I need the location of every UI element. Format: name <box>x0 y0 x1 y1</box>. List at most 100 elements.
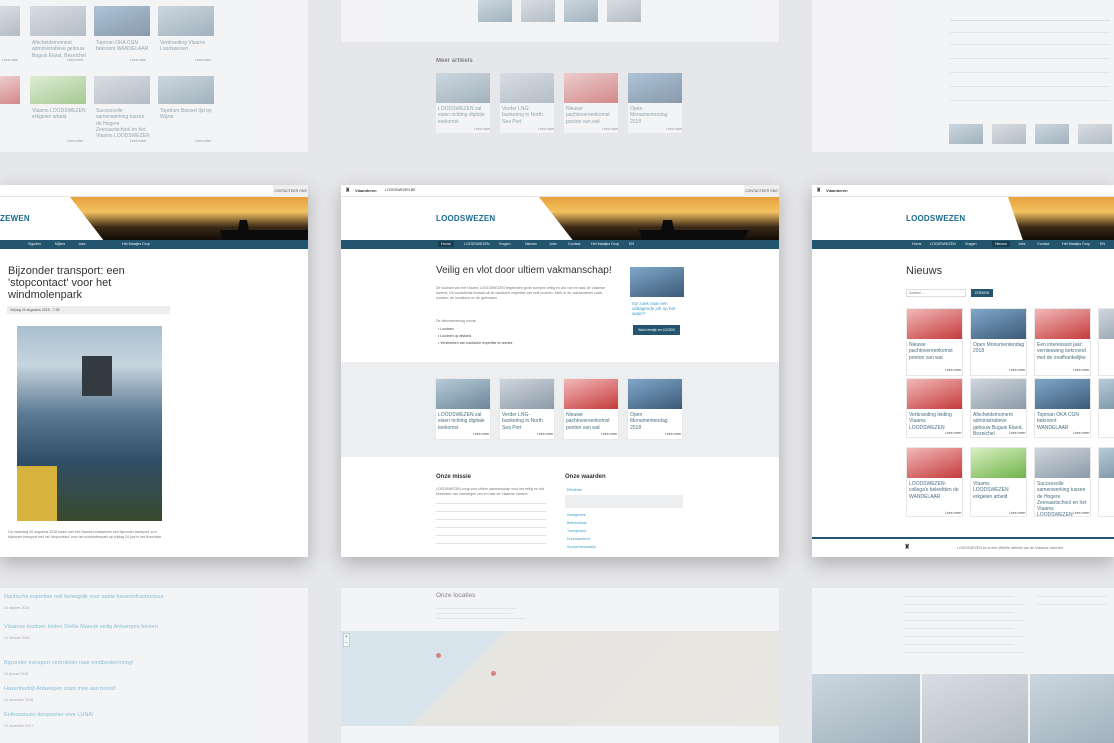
promo-button[interactable]: Word eindje en LOODS <box>633 325 680 335</box>
site-logo[interactable]: LOODSWEZEN <box>906 214 965 223</box>
read-more-link[interactable]: Lees meer <box>537 432 554 436</box>
news-title[interactable]: Verbranding leiding Vlaams LOODSWEZEN <box>909 412 961 431</box>
nav-item[interactable]: Contact <box>568 242 580 246</box>
news-title[interactable]: Vlaams LOODSWEZEN erkgelen arbeid <box>973 481 1025 500</box>
read-more-link[interactable]: Lees meer <box>474 127 491 131</box>
brand-sub[interactable]: LOODSWEZEN.BE <box>385 188 416 192</box>
read-more-link[interactable]: Lees meer <box>195 139 212 143</box>
nav-item[interactable]: Home <box>912 242 922 246</box>
read-more-link[interactable]: Lees meer <box>195 58 212 62</box>
gallery-photo[interactable] <box>922 674 1028 743</box>
item-text[interactable]: Topdrum Baswel tijd op Wijzer <box>160 108 214 121</box>
item-text[interactable]: Vlaams LOODSWEZEN erkgelen arbeid <box>32 108 86 121</box>
value-item[interactable]: Sociaal bewustzijn <box>567 545 596 549</box>
nav-item[interactable]: Het Maatjes Dorp <box>591 242 619 246</box>
gallery-photo[interactable] <box>1030 674 1114 743</box>
news-title[interactable]: Nieuwe pachtovereenkomst ponton van wal <box>566 412 616 431</box>
value-item[interactable]: Duurzaamheid <box>567 537 590 541</box>
thumb-6[interactable] <box>30 76 86 104</box>
thumb-1[interactable] <box>0 6 20 36</box>
article-title[interactable]: Open Monumentendag 2018 <box>630 106 680 125</box>
nav-item[interactable]: Nieuws <box>525 242 537 246</box>
value-item[interactable]: Transparant <box>567 529 586 533</box>
site-logo[interactable]: LOODSWEZEN <box>436 214 495 223</box>
read-more-link[interactable]: Lees meer <box>473 432 490 436</box>
news-title[interactable]: Open Monumentendag 2018 <box>973 342 1025 355</box>
read-more-link[interactable]: Lees meer <box>130 139 147 143</box>
nav-item[interactable]: Het Maatjes Dorp <box>122 242 150 246</box>
promo-text[interactable]: Op zoek naar een uitdagende job op het w… <box>632 301 687 316</box>
read-more-link[interactable]: Lees meer <box>945 511 962 515</box>
nav-item-home[interactable]: Home <box>438 241 454 247</box>
promo-image[interactable] <box>630 267 684 297</box>
nav-item[interactable]: Contact <box>1037 242 1049 246</box>
news-title[interactable]: Topman OKA CGN bekroont WANDELAAR <box>1037 412 1089 431</box>
value-item[interactable]: Efficiëntie <box>567 488 582 492</box>
read-more-link[interactable]: Lees meer <box>130 58 147 62</box>
read-more-link[interactable]: Lees meer <box>602 127 619 131</box>
search-input[interactable] <box>906 289 966 297</box>
read-more-link[interactable]: Lees meer <box>945 368 962 372</box>
read-more-link[interactable]: Lees meer <box>665 432 682 436</box>
gallery-thumb[interactable] <box>1078 124 1112 144</box>
read-more-link[interactable]: Lees meer <box>1073 431 1090 435</box>
thumb-8[interactable] <box>158 76 214 104</box>
value-item[interactable]: Betrouwbaar <box>567 521 587 525</box>
read-more-link[interactable]: Lees meer <box>601 432 618 436</box>
nav-item[interactable]: Het Maatjes Dorp <box>1062 242 1090 246</box>
nav-item[interactable]: Jobs <box>78 242 86 246</box>
gallery-thumb[interactable] <box>564 0 598 22</box>
read-more-link[interactable]: Lees meer <box>1073 511 1090 515</box>
nav-item[interactable]: LOODSWEZEN <box>930 242 956 246</box>
gallery-thumb[interactable] <box>607 0 641 22</box>
news-title[interactable]: LOODSWEZEN zal eisen richting digitale t… <box>438 412 488 431</box>
article-title[interactable]: LOODSWEZEN zal eisen richting digitale t… <box>438 106 488 125</box>
thumb-2[interactable] <box>30 6 86 36</box>
read-more-link[interactable]: Lees meer <box>1009 368 1026 372</box>
read-more-link[interactable]: Lees meer <box>1009 511 1026 515</box>
item-text[interactable]: Verbranding Vlaams Loodswezen <box>160 40 214 53</box>
nav-item-news[interactable]: Nieuws <box>992 241 1010 247</box>
brand-name[interactable]: Vlaanderen <box>826 188 848 193</box>
nav-item[interactable]: Jobs <box>549 242 557 246</box>
news-link[interactable]: Enthousiaste doopmeter voor LUNA! <box>4 712 94 718</box>
site-logo[interactable]: ZEWEN <box>0 214 30 223</box>
news-title[interactable]: LOODSWEZEN-collega's beleefden de WANDEL… <box>909 481 961 500</box>
thumb-3[interactable] <box>94 6 150 36</box>
read-more-link[interactable]: Lees meer <box>666 127 683 131</box>
gallery-thumb[interactable] <box>521 0 555 22</box>
news-link[interactable]: Havenbedrijf Antwerpen stapt mee aan boo… <box>4 686 116 692</box>
news-title[interactable]: Een interessant jaar: vernieuwing bekroo… <box>1037 342 1089 361</box>
gallery-thumb[interactable] <box>949 124 983 144</box>
read-more-link[interactable]: Lees meer <box>67 139 84 143</box>
article-title[interactable]: Nieuwe pachtovereenkomst ponton van wal <box>566 106 616 125</box>
locations-map[interactable]: + − <box>341 631 779 726</box>
news-title[interactable]: Verder LNG-bunkering in North Sea Port <box>502 412 552 431</box>
read-more-link[interactable]: Lees meer <box>538 127 555 131</box>
nav-item[interactable]: Mijkes <box>55 242 65 246</box>
news-link[interactable]: Vlaamse loodsen leiden Stellis Maersk ve… <box>4 624 158 630</box>
thumb-4[interactable] <box>158 6 214 36</box>
nav-item[interactable]: EN <box>1100 242 1105 246</box>
nav-item[interactable]: LOODSWEZEN <box>464 242 490 246</box>
item-text[interactable]: Succesvolle samenwerking tussen de Hoger… <box>96 108 150 139</box>
nav-item[interactable]: Jobs <box>1018 242 1026 246</box>
nav-item[interactable]: Vlgoden <box>28 242 41 246</box>
news-link[interactable]: Nautische expertise ook belangrijk voor … <box>4 594 164 600</box>
contact-button[interactable]: CONTACTEER ONS <box>744 185 779 197</box>
read-more-link[interactable]: Lees meer <box>945 431 962 435</box>
read-more-link[interactable]: Lees meer <box>67 58 84 62</box>
news-card[interactable] <box>1098 378 1114 438</box>
news-title[interactable]: Open Monumentendag 2018 <box>630 412 680 431</box>
read-more-link[interactable]: Lees meer <box>1009 431 1026 435</box>
nav-item[interactable]: Vragen <box>499 242 510 246</box>
read-more-link[interactable]: Lees meer <box>1073 368 1090 372</box>
news-card[interactable] <box>1098 447 1114 517</box>
item-text[interactable]: Topman OKA CGN bekroont WANDELAAR <box>96 40 150 53</box>
search-button[interactable]: ZOEKEN <box>971 289 993 297</box>
thumb-7[interactable] <box>94 76 150 104</box>
news-card[interactable] <box>1098 308 1114 376</box>
contact-button[interactable]: CONTACTEER ONS <box>273 185 308 197</box>
article-title[interactable]: Verder LNG-bunkering in North Sea Port <box>502 106 552 125</box>
nav-item[interactable]: Vragen <box>965 242 976 246</box>
